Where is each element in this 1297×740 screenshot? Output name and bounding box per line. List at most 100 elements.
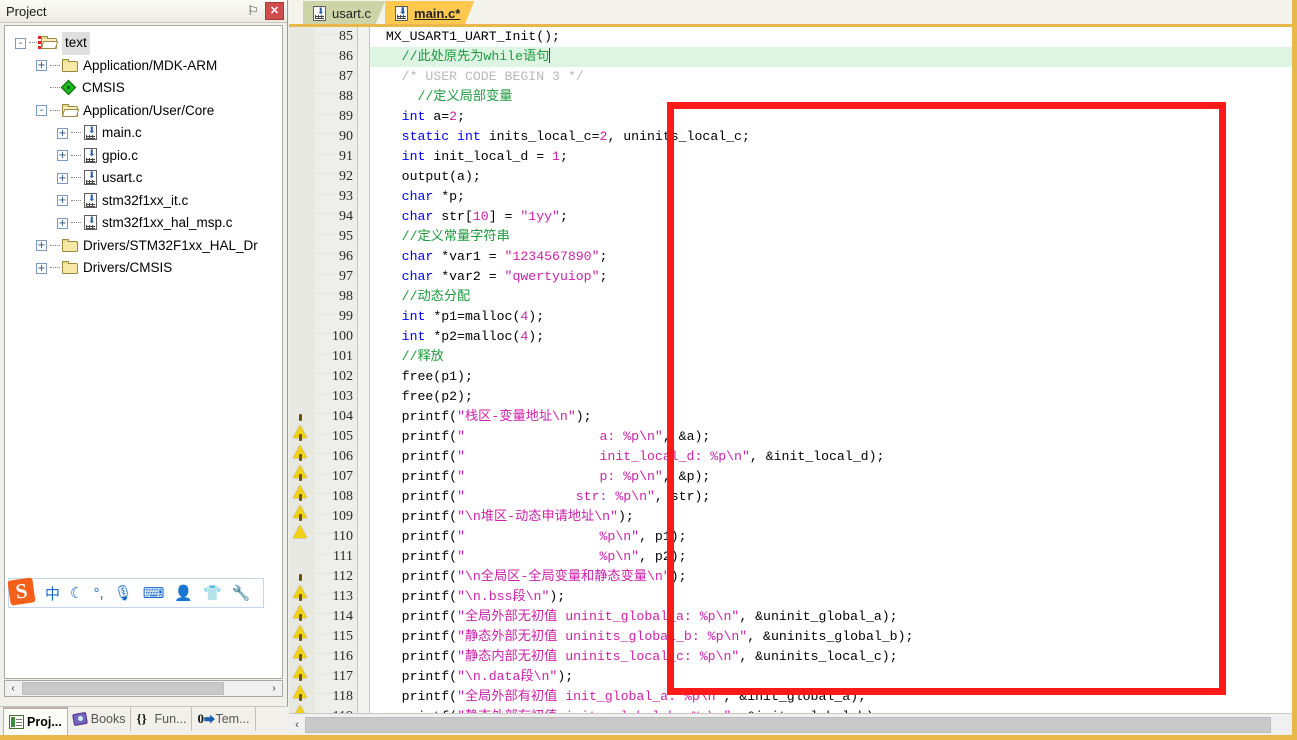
tree-expander[interactable]: + (57, 217, 68, 229)
tree-expander[interactable]: + (36, 60, 47, 72)
line-number: 85 (339, 29, 353, 44)
moon-icon[interactable]: ☾ (70, 581, 83, 605)
editor-hscrollbar[interactable]: ‹ (289, 713, 1297, 735)
tree-item-stm32f1xx-hal-msp-c[interactable]: + ⬇ stm32f1xx_hal_msp.c (9, 212, 282, 235)
code-line[interactable]: printf("\n堆区-动态申请地址\n"); (370, 507, 913, 527)
code-line[interactable]: output(a); (370, 167, 913, 187)
code-line[interactable]: char *var1 = "1234567890"; (370, 247, 913, 267)
code-line[interactable]: printf(" a: %p\n", &a); (370, 427, 913, 447)
editor-tab-label: usart.c (332, 6, 372, 21)
settings-wrench-icon[interactable]: 🔧 (232, 581, 251, 605)
code-line[interactable]: printf(" init_local_d: %p\n", &init_loca… (370, 447, 913, 467)
bottom-tab-proj[interactable]: Proj... (3, 707, 68, 735)
mdk-keil-uvision-window: Project ⚐ ✕ - text + Application/MDK-ARM CMS… (0, 0, 1297, 740)
code-line[interactable]: char *var2 = "qwertyuiop"; (370, 267, 913, 287)
code-line[interactable]: //此处原先为while语句 (370, 47, 913, 67)
gutter-row (289, 347, 315, 367)
warning-marker-icon (289, 647, 315, 678)
tree-expander[interactable]: - (36, 105, 47, 117)
code-line[interactable]: printf("\n.bss段\n"); (370, 587, 913, 607)
line-number: 115 (332, 629, 353, 644)
code-line[interactable]: free(p1); (370, 367, 913, 387)
code-line[interactable]: printf("\n.data段\n"); (370, 667, 913, 687)
editor-code-viewport[interactable]: MX_USART1_UART_Init(); //此处原先为while语句 /*… (370, 27, 1297, 713)
code-line[interactable]: int *p2=malloc(4); (370, 327, 913, 347)
code-editor[interactable]: 85 86 87 88 89 90 91 92 93 94 95 96 97 98 99 100 101 102 1… (289, 27, 1297, 713)
tree-expander[interactable]: + (57, 195, 68, 207)
code-line[interactable]: //定义局部变量 (370, 87, 913, 107)
window-frame-bottom (0, 735, 1297, 740)
code-line[interactable]: printf("静态内部无初值 uninits_local_c: %p\n", … (370, 647, 913, 667)
code-line[interactable]: printf(" str: %p\n", str); (370, 487, 913, 507)
bottom-tab-books[interactable]: Books (68, 707, 132, 731)
tree-expander[interactable]: + (57, 150, 68, 162)
punctuation-icon[interactable]: °, (93, 581, 103, 605)
pin-icon[interactable]: ⚐ (245, 3, 261, 19)
code-line[interactable]: printf(" %p\n", p2); (370, 547, 913, 567)
tree-expander[interactable]: + (36, 262, 47, 274)
code-line[interactable]: printf("栈区-变量地址\n"); (370, 407, 913, 427)
tree-item-usart-c[interactable]: + ⬇ usart.c (9, 167, 282, 190)
templates-icon: 0⮕ (197, 711, 215, 727)
code-line[interactable]: char *p; (370, 187, 913, 207)
tree-item-gpio-c[interactable]: + ⬇ gpio.c (9, 145, 282, 168)
tree-item-stm32f1xx-it-c[interactable]: + ⬇ stm32f1xx_it.c (9, 190, 282, 213)
code-line[interactable]: printf("全局外部有初值 init_global_a: %p\n", &i… (370, 687, 913, 707)
code-line[interactable]: //动态分配 (370, 287, 913, 307)
code-line[interactable]: int a=2; (370, 107, 913, 127)
code-line[interactable]: static int inits_local_c=2, uninits_loca… (370, 127, 913, 147)
tree-expander[interactable]: + (57, 127, 68, 139)
bottom-tab-fun[interactable]: {} Fun... (131, 707, 193, 731)
code-line[interactable]: MX_USART1_UART_Init(); (370, 27, 913, 47)
editor-tab-main-c-[interactable]: ⬇ main.c* (385, 1, 474, 26)
editor-tab-usart-c[interactable]: ⬇ usart.c (303, 1, 385, 26)
tree-item-application-mdk-arm[interactable]: + Application/MDK-ARM (9, 55, 282, 78)
tree-item-text[interactable]: - text (9, 32, 282, 55)
gutter-row (289, 227, 315, 247)
editor-code-text[interactable]: MX_USART1_UART_Init(); //此处原先为while语句 /*… (370, 27, 914, 713)
microphone-icon[interactable]: 🎙 (114, 581, 133, 605)
tree-expander[interactable]: - (15, 37, 26, 49)
tree-item-main-c[interactable]: + ⬇ main.c (9, 122, 282, 145)
code-line[interactable]: //定义常量字符串 (370, 227, 913, 247)
tree-expander[interactable]: + (57, 172, 68, 184)
code-line[interactable]: int *p1=malloc(4); (370, 307, 913, 327)
project-root-folder-icon (38, 36, 59, 50)
code-line[interactable]: printf("全局外部无初值 uninit_global_a: %p\n", … (370, 607, 913, 627)
scroll-right-icon[interactable]: › (266, 681, 282, 696)
sogou-logo-icon[interactable]: S (7, 577, 37, 606)
soft-keyboard-icon[interactable]: ⌨ (143, 581, 165, 605)
tree-item-cmsis[interactable]: CMSIS (9, 77, 282, 100)
user-toolbox-icon[interactable]: 👤 (174, 581, 193, 605)
project-tree-hscrollbar[interactable]: ‹ › (4, 680, 283, 697)
tree-item-drivers-cmsis[interactable]: + Drivers/CMSIS (9, 257, 282, 280)
code-line[interactable]: printf("\n全局区-全局变量和静态变量\n"); (370, 567, 913, 587)
gutter-row (289, 387, 315, 407)
hscrollbar-thumb[interactable] (22, 682, 224, 695)
code-line[interactable]: char str[10] = "1yy"; (370, 207, 913, 227)
tree-item-label: Application/User/Core (83, 102, 215, 118)
sogou-ime-toolbar[interactable]: S 中 ☾ °, 🎙 ⌨ 👤 👕 🔧 (7, 577, 264, 608)
warning-marker-icon (289, 627, 315, 658)
gutter-row (289, 87, 315, 107)
code-line[interactable]: //释放 (370, 347, 913, 367)
chinese-mode-icon[interactable]: 中 (45, 581, 60, 605)
code-line[interactable]: /* USER CODE BEGIN 3 */ (370, 67, 913, 87)
code-line[interactable]: free(p2); (370, 387, 913, 407)
close-icon[interactable]: ✕ (265, 2, 284, 20)
editor-hscrollbar-thumb[interactable] (305, 716, 1271, 733)
code-line[interactable]: printf("静态外部无初值 uninits_global_b: %p\n",… (370, 627, 914, 647)
scroll-left-icon[interactable]: ‹ (5, 681, 21, 696)
code-line[interactable]: printf(" p: %p\n", &p); (370, 467, 913, 487)
line-number: 104 (332, 409, 353, 424)
skin-icon[interactable]: 👕 (203, 581, 222, 605)
tree-expander[interactable]: + (36, 240, 47, 252)
tree-item-drivers-stm32f1xx-hal-dr[interactable]: + Drivers/STM32F1xx_HAL_Dr (9, 235, 282, 258)
line-number: 106 (332, 449, 353, 464)
code-line[interactable]: printf(" %p\n", p1); (370, 527, 913, 547)
warning-marker-icon (289, 667, 315, 698)
bottom-tab-tem[interactable]: 0⮕ Tem... (192, 707, 256, 731)
code-line[interactable]: int init_local_d = 1; (370, 147, 913, 167)
editor-scroll-left-icon[interactable]: ‹ (289, 715, 305, 735)
tree-item-application-user-core[interactable]: - Application/User/Core (9, 100, 282, 123)
